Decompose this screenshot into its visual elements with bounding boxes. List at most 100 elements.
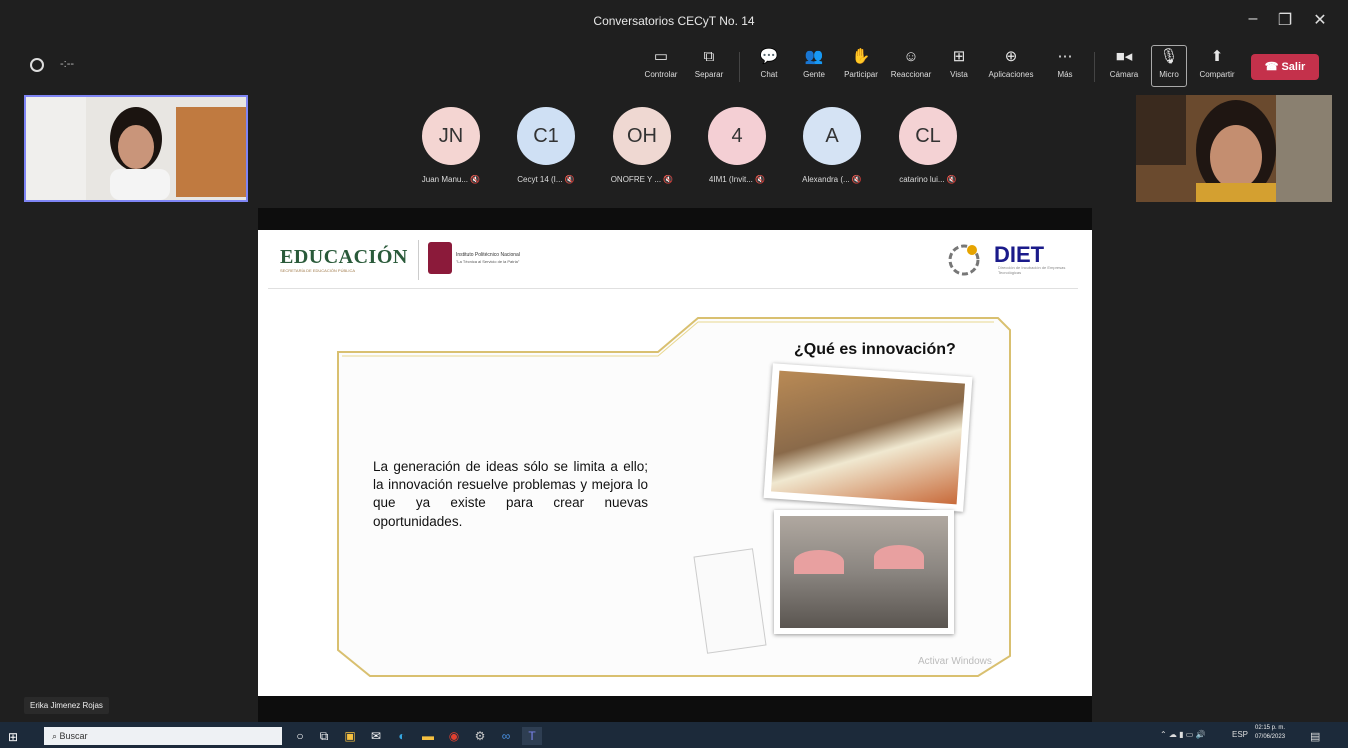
view-label: Vista [950, 70, 968, 79]
teams-icon[interactable]: T [522, 727, 542, 745]
control-label: Controlar [644, 70, 678, 79]
camera-icon: ■◂ [1115, 48, 1133, 65]
control-button[interactable]: ▭ Controlar [636, 46, 686, 79]
shared-slide: EDUCACIÓN SECRETARÍA DE EDUCACIÓN PÚBLIC… [258, 230, 1092, 696]
participant-name: Alexandra (... 🔇 [802, 175, 862, 184]
more-icon: ⋯ [1057, 48, 1073, 65]
app-icon[interactable]: ∞ [496, 727, 516, 745]
settings-icon[interactable]: ⚙ [470, 727, 490, 745]
people-icon: 👥 [804, 48, 824, 65]
add-icon: ⊕ [1004, 48, 1018, 65]
avatar: A [803, 107, 861, 165]
mic-muted-icon: 🔇 [564, 175, 575, 184]
leave-label: Salir [1281, 61, 1306, 73]
toolbar-divider [1094, 52, 1095, 82]
mic-muted-icon: 🔇 [470, 175, 481, 184]
chrome-icon[interactable]: ◉ [444, 727, 464, 745]
leave-button[interactable]: ☎ Salir [1251, 54, 1319, 80]
people-label: Gente [803, 70, 825, 79]
people-button[interactable]: 👥 Gente [789, 46, 839, 79]
mic-muted-icon: 🔇 [851, 175, 862, 184]
minimize-button[interactable]: – [1238, 10, 1268, 28]
notifications-icon[interactable]: ▤ [1310, 730, 1320, 743]
windows-start-icon[interactable]: ⊞ [8, 730, 18, 744]
participant-oh[interactable]: OH ONOFRE Y ... 🔇 [597, 107, 687, 184]
camera-button[interactable]: ■◂ Cámara [1099, 46, 1149, 79]
popout-button[interactable]: ⧉ Separar [684, 46, 734, 79]
video-tile-left[interactable] [24, 95, 248, 202]
control-icon: ▭ [653, 48, 669, 65]
avatar: OH [613, 107, 671, 165]
toolbar-divider [739, 52, 740, 82]
chat-icon: 💬 [759, 48, 779, 65]
participant-cl[interactable]: CL catarino lui... 🔇 [883, 107, 973, 184]
mic-off-icon: 🎙 [1159, 48, 1179, 65]
close-button[interactable]: ✕ [1305, 10, 1335, 30]
avatar: CL [899, 107, 957, 165]
taskbar-search[interactable]: ⌕ Buscar [44, 727, 282, 745]
participant-c1[interactable]: C1 Cecyt 14 (I... 🔇 [501, 107, 591, 184]
raise-hand-icon: ✋ [851, 48, 871, 65]
clock-date: 07/06/2023 [1255, 734, 1286, 740]
raise-hand-button[interactable]: ✋ Participar [836, 46, 886, 79]
taskbar-clock[interactable]: 02:15 p. m. 07/06/2023 [1255, 724, 1285, 742]
noodles-photo [763, 363, 973, 512]
slide-body-text: La generación de ideas sólo se limita a … [373, 459, 648, 529]
activation-watermark: Activar Windows [918, 656, 992, 667]
clock-time: 02:15 p. m. [1255, 725, 1286, 731]
popout-icon: ⧉ [703, 48, 715, 65]
umbrella-shoes-photo [774, 510, 954, 634]
more-label: Más [1057, 70, 1073, 79]
file-explorer-icon[interactable]: ▬ [418, 727, 438, 745]
participant-name: ONOFRE Y ... 🔇 [610, 175, 674, 184]
view-button[interactable]: ⊞ Vista [934, 46, 984, 79]
shield-icon[interactable] [30, 58, 44, 72]
video-tile-right[interactable] [1136, 95, 1332, 202]
window-title: Conversatorios CECyT No. 14 [593, 14, 755, 28]
participant-4[interactable]: 4 4IM1 (Invit... 🔇 [692, 107, 782, 184]
mic-muted-icon: 🔇 [946, 175, 957, 184]
participant-name: Cecyt 14 (I... 🔇 [517, 175, 575, 184]
maximize-button[interactable]: ❐ [1270, 10, 1300, 30]
apps-button[interactable]: ⊕ Aplicaciones [986, 46, 1036, 79]
participant-name: 4IM1 (Invit... 🔇 [708, 175, 766, 184]
mail-icon[interactable]: ✉ [366, 727, 386, 745]
smile-icon: ☺ [903, 48, 919, 65]
avatar: C1 [517, 107, 575, 165]
mic-muted-icon: 🔇 [755, 175, 766, 184]
camera-label: Cámara [1109, 70, 1139, 79]
participant-name-tag: Erika Jimenez Rojas [24, 697, 109, 714]
avatar: 4 [708, 107, 766, 165]
cortana-icon[interactable]: ○ [290, 727, 310, 745]
chat-button[interactable]: 💬 Chat [744, 46, 794, 79]
title-bar: Conversatorios CECyT No. 14 [0, 0, 1348, 42]
react-button[interactable]: ☺ Reaccionar [886, 46, 936, 79]
participant-video-woman-headset [26, 97, 246, 200]
meeting-timer: -:-- [60, 58, 75, 70]
more-button[interactable]: ⋯ Más [1040, 46, 1090, 79]
raise-hand-label: Participar [844, 70, 878, 79]
participant-video-woman [1136, 95, 1332, 202]
tray-language[interactable]: ESP [1232, 730, 1248, 739]
search-icon: ⌕ [52, 731, 60, 741]
participant-jn[interactable]: JN Juan Manu... 🔇 [406, 107, 496, 184]
avatar: JN [422, 107, 480, 165]
react-label: Reaccionar [890, 70, 932, 79]
tray-icons[interactable]: ⌃ ☁ ▮ ▭ 🔊 [1160, 730, 1206, 739]
edge-icon[interactable]: ◐ [392, 727, 412, 745]
phone-icon: ☎ [1264, 61, 1282, 73]
share-button[interactable]: ⬆ Compartir [1192, 46, 1242, 79]
share-icon: ⬆ [1210, 48, 1224, 65]
task-view-icon[interactable]: ⧉ [314, 727, 334, 745]
search-placeholder: Buscar [59, 731, 88, 741]
store-icon[interactable]: ▣ [340, 727, 360, 745]
slide-question: ¿Qué es innovación? [794, 341, 956, 358]
grid-icon: ⊞ [952, 48, 966, 65]
participant-name: Juan Manu... 🔇 [421, 175, 481, 184]
popout-label: Separar [694, 70, 724, 79]
mic-button[interactable]: 🎙 Micro [1144, 46, 1194, 79]
participant-name: catarino lui... 🔇 [899, 175, 957, 184]
chat-label: Chat [760, 70, 778, 79]
share-label: Compartir [1199, 70, 1235, 79]
participant-a[interactable]: A Alexandra (... 🔇 [787, 107, 877, 184]
